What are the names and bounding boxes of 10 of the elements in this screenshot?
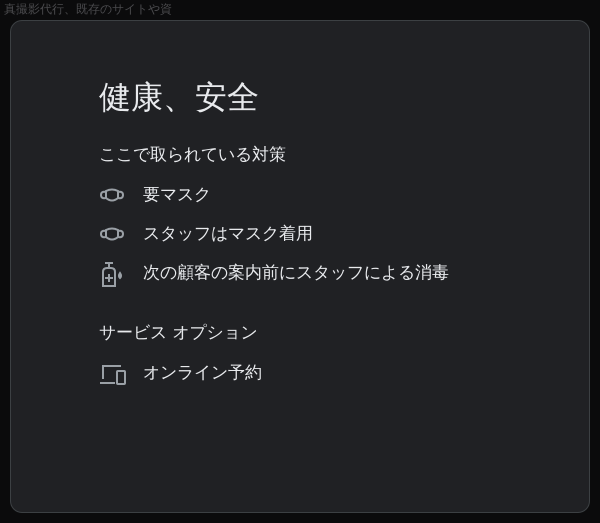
amenity-label: 次の顧客の案内前にスタッフによる消毒 [143,262,449,286]
amenity-label: スタッフはマスク着用 [143,223,313,246]
sanitizer-bottle-icon [99,260,125,288]
section-heading: ここで取られている対策 [99,144,287,167]
background-text: 真撮影代行、既存のサイトや資 [4,3,172,15]
amenity-label: オンライン予約 [143,362,262,386]
devices-icon [99,363,127,385]
dialog-title: 健康、安全 [99,77,260,117]
amenity-label: 要マスク [143,184,211,208]
section-heading: サービス オプション [99,322,258,345]
